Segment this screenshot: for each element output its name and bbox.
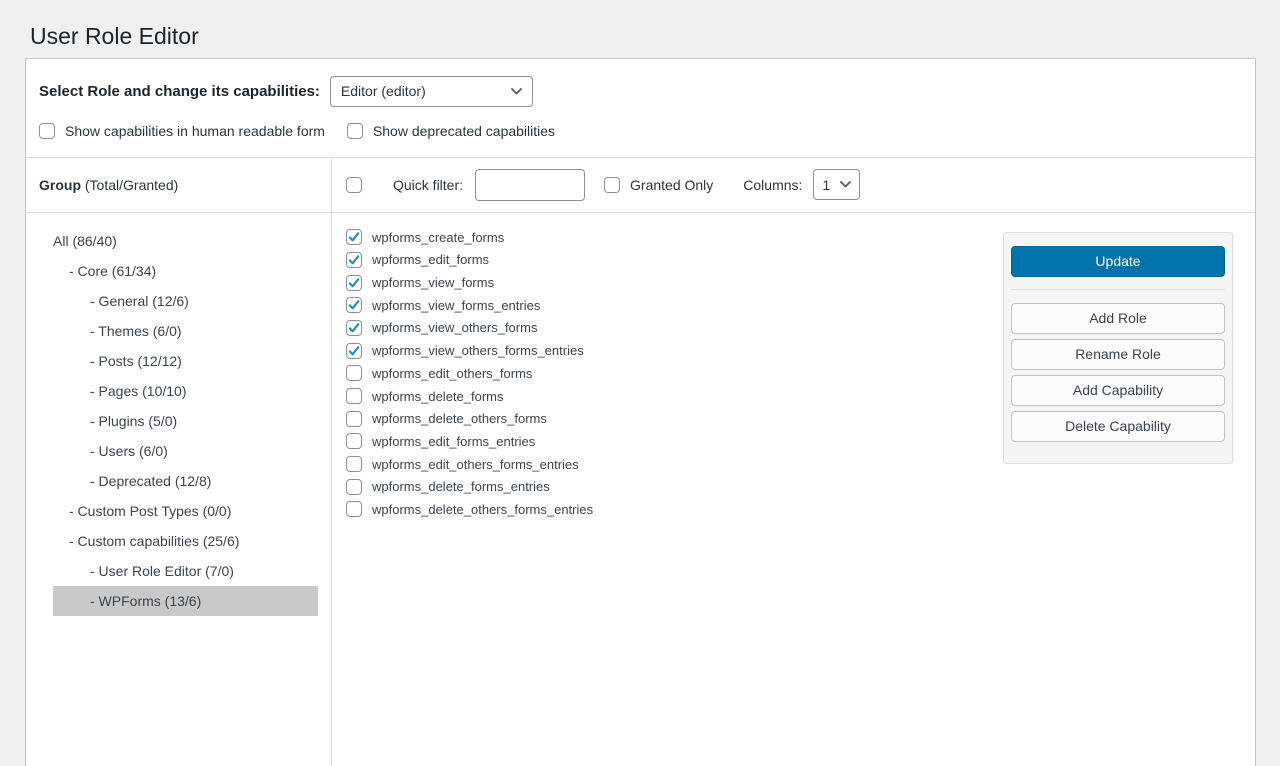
group-header-label: Group xyxy=(39,177,81,193)
rename-role-button[interactable]: Rename Role xyxy=(1011,339,1225,370)
group-item-plugins-5-0[interactable]: - Plugins (5/0) xyxy=(53,406,318,436)
add-role-button[interactable]: Add Role xyxy=(1011,303,1225,334)
capability-row-wpforms-view-forms-entries[interactable]: wpforms_view_forms_entries xyxy=(346,294,1003,317)
group-item-wpforms-13-6[interactable]: - WPForms (13/6) xyxy=(53,586,318,616)
quick-filter-label: Quick filter: xyxy=(393,177,463,193)
group-item-themes-6-0[interactable]: - Themes (6/0) xyxy=(53,316,318,346)
capability-row-wpforms-delete-others-forms[interactable]: wpforms_delete_others_forms xyxy=(346,407,1003,430)
capability-name: wpforms_view_forms xyxy=(372,275,494,290)
update-button[interactable]: Update xyxy=(1011,246,1225,277)
capability-checkbox[interactable] xyxy=(346,275,362,291)
role-select-value: Editor (editor) xyxy=(341,83,426,99)
group-tree: All (86/40)- Core (61/34)- General (12/6… xyxy=(26,213,332,766)
group-item-core-61-34[interactable]: - Core (61/34) xyxy=(53,256,318,286)
group-item-custom-capabilities-25-6[interactable]: - Custom capabilities (25/6) xyxy=(53,526,318,556)
capability-checkbox[interactable] xyxy=(346,343,362,359)
capability-row-wpforms-view-forms[interactable]: wpforms_view_forms xyxy=(346,271,1003,294)
capability-row-wpforms-delete-forms[interactable]: wpforms_delete_forms xyxy=(346,385,1003,408)
capability-name: wpforms_view_others_forms_entries xyxy=(372,343,584,358)
capability-row-wpforms-edit-forms-entries[interactable]: wpforms_edit_forms_entries xyxy=(346,430,1003,453)
group-item-general-12-6[interactable]: - General (12/6) xyxy=(53,286,318,316)
select-all-checkbox[interactable] xyxy=(346,177,362,193)
role-select[interactable]: Editor (editor) xyxy=(330,76,533,107)
show-deprecated-label: Show deprecated capabilities xyxy=(373,123,555,139)
capability-row-wpforms-create-forms[interactable]: wpforms_create_forms xyxy=(346,226,1003,249)
capability-checkbox[interactable] xyxy=(346,320,362,336)
capability-row-wpforms-edit-others-forms-entries[interactable]: wpforms_edit_others_forms_entries xyxy=(346,453,1003,476)
capability-checkbox[interactable] xyxy=(346,501,362,517)
capability-checkbox[interactable] xyxy=(346,365,362,381)
capability-checkbox[interactable] xyxy=(346,479,362,495)
capability-name: wpforms_delete_others_forms xyxy=(372,411,547,426)
option-human-readable[interactable]: Show capabilities in human readable form xyxy=(39,123,325,139)
capability-name: wpforms_edit_forms_entries xyxy=(372,434,535,449)
options-row: Show capabilities in human readable form… xyxy=(26,107,1255,157)
human-readable-checkbox[interactable] xyxy=(39,123,55,139)
capability-name: wpforms_delete_forms_entries xyxy=(372,479,550,494)
capability-name: wpforms_create_forms xyxy=(372,230,504,245)
capability-row-wpforms-delete-forms-entries[interactable]: wpforms_delete_forms_entries xyxy=(346,475,1003,498)
capability-checkbox[interactable] xyxy=(346,252,362,268)
capability-row-wpforms-edit-others-forms[interactable]: wpforms_edit_others_forms xyxy=(346,362,1003,385)
columns-select[interactable]: 1 xyxy=(813,169,860,200)
capability-checkbox[interactable] xyxy=(346,411,362,427)
filter-header-row: Group (Total/Granted) Quick filter: Gran… xyxy=(26,157,1255,213)
add-capability-button[interactable]: Add Capability xyxy=(1011,375,1225,406)
capability-row-wpforms-delete-others-forms-entries[interactable]: wpforms_delete_others_forms_entries xyxy=(346,498,1003,521)
capability-name: wpforms_delete_forms xyxy=(372,389,504,404)
granted-only-option[interactable]: Granted Only xyxy=(604,177,713,193)
user-role-editor-panel: Select Role and change its capabilities:… xyxy=(25,58,1256,766)
group-item-all-86-40[interactable]: All (86/40) xyxy=(53,226,318,256)
group-header-suffix: (Total/Granted) xyxy=(81,177,178,193)
main-column: wpforms_create_forms wpforms_edit_formswp… xyxy=(332,213,1255,766)
chevron-down-icon xyxy=(511,88,522,95)
role-selector-row: Select Role and change its capabilities:… xyxy=(26,59,1255,107)
capability-checkbox[interactable] xyxy=(346,456,362,472)
quick-filter-cell: Quick filter: Granted Only Columns: 1 xyxy=(332,158,1255,212)
columns-select-value: 1 xyxy=(822,177,830,193)
capability-checkbox[interactable] xyxy=(346,433,362,449)
capability-name: wpforms_view_others_forms xyxy=(372,320,537,335)
capability-name: wpforms_edit_others_forms xyxy=(372,366,532,381)
capability-row-wpforms-view-others-forms-entries[interactable]: wpforms_view_others_forms_entries xyxy=(346,339,1003,362)
human-readable-label: Show capabilities in human readable form xyxy=(65,123,325,139)
quick-filter-input[interactable] xyxy=(475,169,585,201)
show-deprecated-checkbox[interactable] xyxy=(347,123,363,139)
body-row: All (86/40)- Core (61/34)- General (12/6… xyxy=(26,213,1255,766)
group-header-cell: Group (Total/Granted) xyxy=(26,158,332,212)
granted-only-label: Granted Only xyxy=(630,177,713,193)
actions-divider xyxy=(1011,289,1225,290)
group-item-users-6-0[interactable]: - Users (6/0) xyxy=(53,436,318,466)
capability-row-wpforms-view-others-forms[interactable]: wpforms_view_others_forms xyxy=(346,317,1003,340)
delete-capability-button[interactable]: Delete Capability xyxy=(1011,411,1225,442)
group-item-pages-10-10[interactable]: - Pages (10/10) xyxy=(53,376,318,406)
capability-checkbox[interactable] xyxy=(346,388,362,404)
page-title: User Role Editor xyxy=(0,0,1280,58)
group-item-custom-post-types-0-0[interactable]: - Custom Post Types (0/0) xyxy=(53,496,318,526)
actions-panel: Update Add Role Rename Role Add Capabili… xyxy=(1003,232,1233,464)
group-item-user-role-editor-7-0[interactable]: - User Role Editor (7/0) xyxy=(53,556,318,586)
capability-name: wpforms_view_forms_entries xyxy=(372,298,540,313)
group-item-deprecated-12-8[interactable]: - Deprecated (12/8) xyxy=(53,466,318,496)
capability-name: wpforms_edit_forms xyxy=(372,252,489,267)
option-show-deprecated[interactable]: Show deprecated capabilities xyxy=(347,123,555,139)
capability-name: wpforms_delete_others_forms_entries xyxy=(372,502,593,517)
chevron-down-icon xyxy=(840,181,851,188)
role-selector-label: Select Role and change its capabilities: xyxy=(39,83,320,100)
capability-list: wpforms_create_forms wpforms_edit_formswp… xyxy=(332,213,1003,521)
capability-checkbox[interactable] xyxy=(346,229,362,245)
group-item-posts-12-12[interactable]: - Posts (12/12) xyxy=(53,346,318,376)
capability-name: wpforms_edit_others_forms_entries xyxy=(372,457,579,472)
capability-checkbox[interactable] xyxy=(346,297,362,313)
capability-row-wpforms-edit-forms[interactable]: wpforms_edit_forms xyxy=(346,249,1003,272)
granted-only-checkbox[interactable] xyxy=(604,177,620,193)
columns-label: Columns: xyxy=(743,177,802,193)
